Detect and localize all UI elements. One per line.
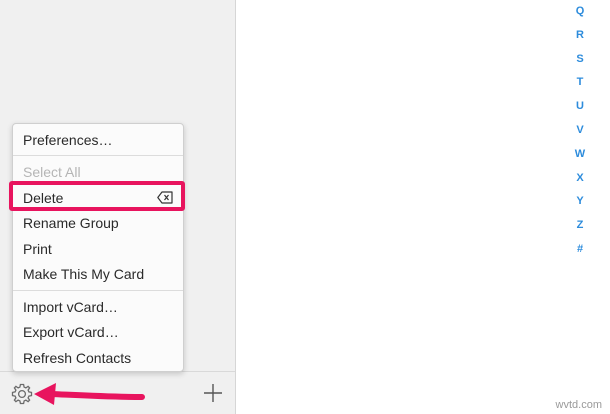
gear-icon <box>11 383 33 405</box>
alpha-index-letter[interactable]: V <box>568 119 592 143</box>
action-menu: Preferences… Select All Delete Rename Gr… <box>12 123 184 372</box>
alpha-index-letter[interactable]: # <box>568 238 592 262</box>
alpha-index-letter[interactable]: R <box>568 24 592 48</box>
watermark: wvtd.com <box>555 399 602 411</box>
menu-separator <box>13 155 183 156</box>
alpha-index-letter[interactable]: X <box>568 167 592 191</box>
contact-list-area: Q R S T U V W X Y Z # <box>236 0 610 414</box>
menu-item-export-vcard[interactable]: Export vCard… <box>13 320 183 344</box>
menu-item-rename-group[interactable]: Rename Group <box>13 211 183 235</box>
menu-item-print[interactable]: Print <box>13 237 183 261</box>
menu-item-select-all: Select All <box>23 164 81 180</box>
alphabet-index: Q R S T U V W X Y Z # <box>568 0 592 262</box>
sidebar-bottom-bar <box>0 371 235 414</box>
settings-button[interactable] <box>10 382 34 406</box>
delete-key-icon <box>157 191 173 204</box>
menu-item-delete[interactable]: Delete <box>13 186 183 210</box>
plus-icon <box>204 384 222 402</box>
add-button[interactable] <box>201 381 225 405</box>
menu-separator <box>13 290 183 291</box>
alpha-index-letter[interactable]: T <box>568 71 592 95</box>
menu-item-make-my-card[interactable]: Make This My Card <box>13 262 183 286</box>
menu-item-preferences[interactable]: Preferences… <box>13 128 183 152</box>
alpha-index-letter[interactable]: Z <box>568 214 592 238</box>
menu-item-refresh-contacts[interactable]: Refresh Contacts <box>13 346 183 370</box>
menu-item-delete-label: Delete <box>23 190 64 206</box>
alpha-index-letter[interactable]: Q <box>568 0 592 24</box>
alpha-index-letter[interactable]: Y <box>568 190 592 214</box>
alpha-index-letter[interactable]: U <box>568 95 592 119</box>
alpha-index-letter[interactable]: S <box>568 48 592 72</box>
alpha-index-letter[interactable]: W <box>568 143 592 167</box>
contacts-window: Q R S T U V W X Y Z # Preferences… Selec… <box>0 0 610 414</box>
menu-item-import-vcard[interactable]: Import vCard… <box>13 295 183 319</box>
